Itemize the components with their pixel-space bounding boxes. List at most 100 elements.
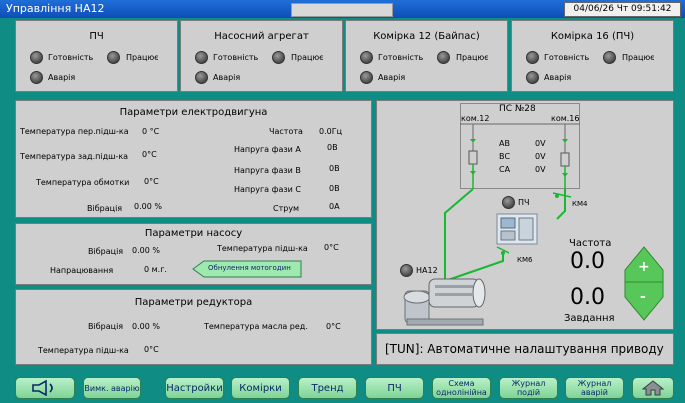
alarm-label: Аварія — [544, 73, 572, 82]
ready-led-icon — [30, 51, 43, 64]
reset-motor-hours-button[interactable]: Обнулення мотогодин — [192, 260, 302, 278]
ready-led-icon — [360, 51, 373, 64]
datetime-display: 04/06/26 Чт 09:51:42 — [564, 2, 681, 17]
frequency-value: 0.0 — [570, 249, 605, 274]
single-line-diagram-panel: ПС №28 ком.12 ком.16 АВ 0V ВС 0V СА 0V П… — [376, 100, 674, 330]
home-icon — [642, 380, 664, 396]
motor-param-value: 0 °C — [142, 127, 160, 136]
motor-param-value: 0.0Гц — [319, 127, 343, 136]
panel-title: Параметри редуктора — [134, 297, 253, 308]
km6-node — [501, 251, 505, 255]
pump-temp-label: Температура підш-ка — [217, 244, 308, 253]
alarm-log-button[interactable]: Журнал аварій — [565, 377, 624, 399]
vfd-status-led-icon — [502, 196, 515, 209]
running-label: Працює — [456, 53, 489, 62]
ready-label: Готовність — [213, 53, 259, 62]
pump-temp-value: 0°C — [324, 243, 339, 252]
motor-parameters-panel: Параметри електродвигуна Температура пер… — [15, 100, 372, 218]
event-log-button[interactable]: Журнал подій — [499, 377, 558, 399]
panel-title: Комірка 16 (ПЧ) — [550, 31, 635, 42]
alarm-label: Аварія — [48, 73, 76, 82]
panel-title: Параметри насосу — [144, 228, 243, 239]
reducer-oil-label: Температура масла ред. — [204, 322, 308, 331]
motor-param-label: Напруга фази С — [234, 185, 301, 194]
cell-12-arrow-icon — [470, 139, 476, 143]
home-button[interactable] — [632, 377, 674, 399]
panel-title: Комірка 12 (Байпас) — [373, 31, 480, 42]
sound-button[interactable] — [15, 377, 75, 399]
ready-led-icon — [526, 51, 539, 64]
km4-node — [555, 194, 559, 198]
na12-label: НА12 — [416, 266, 438, 275]
vfd-out-line — [444, 253, 504, 282]
alarm-led-icon — [195, 71, 208, 84]
ready-led-icon — [195, 51, 208, 64]
running-label: Працює — [126, 53, 159, 62]
alarm-led-icon — [30, 71, 43, 84]
pump-runtime-value: 0 м.г. — [144, 265, 167, 274]
reducer-vibration-label: Вібрація — [88, 322, 124, 331]
increase-label: + — [638, 259, 650, 275]
alarm-led-icon — [360, 71, 373, 84]
status-panel-cell-12: Комірка 12 (Байпас) Готовність Працює Ав… — [345, 20, 508, 92]
cell-16-breaker-icon — [560, 152, 570, 167]
reducer-bearing-value: 0°C — [144, 345, 159, 354]
na12-status-led-icon — [400, 264, 413, 277]
setpoint-value[interactable]: 0.0 — [570, 285, 605, 310]
cells-button[interactable]: Комірки — [231, 377, 290, 399]
motor-param-label: Температура обмотки — [36, 178, 130, 187]
reducer-bearing-label: Температура підш-ка — [38, 346, 129, 355]
pump-vibration-label: Вібрація — [88, 247, 124, 256]
status-message-text: [TUN]: Автоматичне налаштування приводу — [385, 342, 664, 356]
motor-param-value: 0В — [327, 143, 338, 152]
alarm-label: Аварія — [213, 73, 241, 82]
motor-param-value: 0°C — [144, 177, 159, 186]
status-message-bar: [TUN]: Автоматичне налаштування приводу — [376, 333, 674, 365]
vfd-label: ПЧ — [518, 198, 530, 207]
panel-title: ПЧ — [89, 31, 104, 42]
cell-16-arrow-icon — [562, 139, 568, 143]
motor-param-value: 0В — [329, 164, 340, 173]
ready-label: Готовність — [544, 53, 590, 62]
cell-16-arrow2-icon — [562, 173, 568, 177]
reducer-parameters-panel: Параметри редуктора Вібрація 0.00 % Темп… — [15, 289, 372, 365]
mute-alarm-button[interactable]: Вимк. аварію — [83, 377, 141, 399]
motor-param-label: Температура пер.підш-ка — [20, 127, 129, 136]
window-title: Управління НА12 — [6, 2, 105, 15]
bypass-line — [444, 188, 474, 281]
trend-button[interactable]: Тренд — [298, 377, 357, 399]
status-panel-cell-16: Комірка 16 (ПЧ) Готовність Працює Аварія — [511, 20, 674, 92]
panel-title: Параметри електродвигуна — [119, 107, 268, 118]
decrease-label: - — [640, 289, 646, 305]
decrease-button[interactable]: - — [624, 281, 664, 321]
running-led-icon — [107, 51, 120, 64]
settings-button[interactable]: Настройки — [165, 377, 224, 399]
motor-param-label: Частота — [269, 127, 303, 136]
increase-button[interactable]: + — [624, 246, 664, 286]
pump-unit-icon — [403, 278, 486, 326]
motor-param-label: Вібрація — [87, 204, 123, 213]
setpoint-label: Завдання — [564, 313, 615, 324]
reducer-oil-value: 0°C — [326, 322, 341, 331]
ready-label: Готовність — [48, 53, 94, 62]
motor-param-value: 0В — [329, 184, 340, 193]
motor-param-label: Напруга фази В — [234, 166, 301, 175]
km4-label: КМ4 — [572, 200, 588, 208]
running-led-icon — [437, 51, 450, 64]
motor-param-label: Струм — [273, 204, 300, 213]
km6-label: КМ6 — [517, 256, 533, 264]
cell-12-breaker-icon — [468, 150, 478, 165]
panel-title: Насосний агрегат — [214, 31, 309, 42]
pump-vibration-value: 0.00 % — [132, 246, 160, 255]
motor-param-value: 0°C — [142, 150, 157, 159]
single-line-scheme-button[interactable]: Схема однолінійна — [432, 377, 491, 399]
vfd-button[interactable]: ПЧ — [365, 377, 424, 399]
title-center-field — [291, 3, 393, 17]
reducer-vibration-value: 0.00 % — [132, 322, 160, 331]
frequency-label: Частота — [569, 238, 612, 249]
motor-param-value: 0.00 % — [134, 202, 162, 211]
alarm-led-icon — [526, 71, 539, 84]
cell-12-arrow2-icon — [470, 171, 476, 175]
reset-button-label: Обнулення мотогодин — [208, 264, 291, 272]
title-bar: Управління НА12 04/06/26 Чт 09:51:42 — [0, 0, 685, 18]
